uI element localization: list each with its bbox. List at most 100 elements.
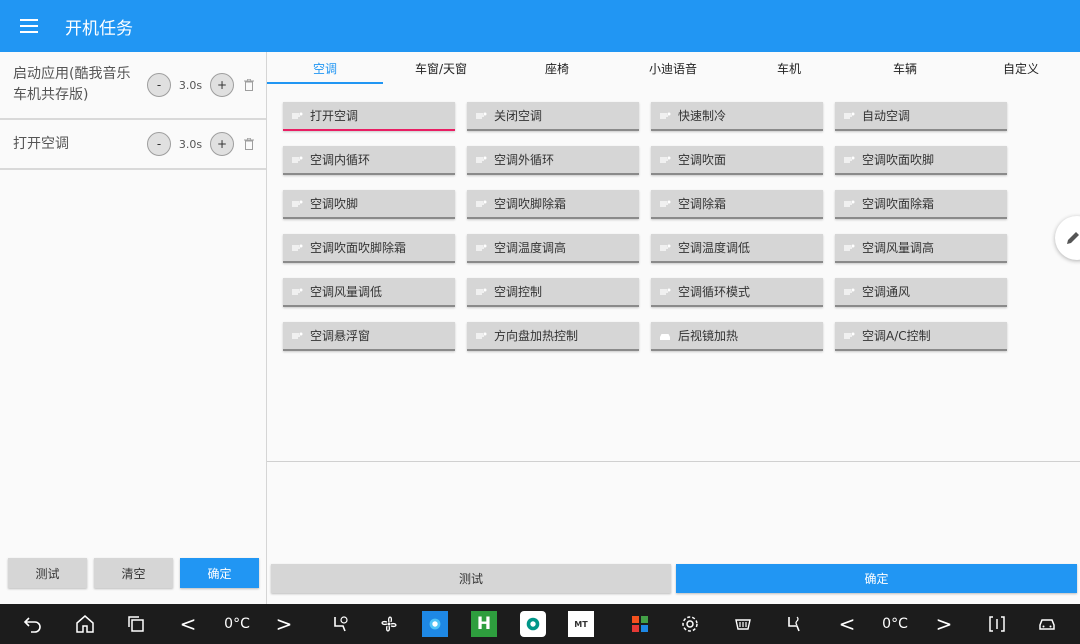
action-ac-face-feet-defrost-button[interactable]: 空调吹面吹脚除霜	[283, 234, 455, 263]
save-button[interactable]: 确定	[676, 564, 1077, 593]
action-ac-temp-up-button[interactable]: 空调温度调高	[467, 234, 639, 263]
recents-button[interactable]	[121, 604, 151, 644]
ac-icon	[475, 199, 487, 209]
action-label: 方向盘加热控制	[494, 329, 579, 343]
action-ac-recirc-out-button[interactable]: 空调外循环	[467, 146, 639, 175]
home-icon	[76, 615, 94, 633]
task-label: 启动应用(酷我音乐车机共存版)	[13, 66, 131, 103]
action-label: 自动空调	[862, 109, 911, 123]
ac-icon	[291, 111, 303, 121]
left-temp-up-button[interactable]: >	[272, 604, 296, 644]
clear-button[interactable]: 清空	[94, 558, 173, 588]
car-button[interactable]	[1032, 604, 1062, 644]
back-button[interactable]	[18, 604, 48, 644]
ac-icon	[475, 331, 487, 341]
ac-icon	[291, 155, 303, 165]
app-root: 开机任务 启动应用(酷我音乐车机共存版) - 3.0s + 打开空调 - 3.0…	[0, 0, 1080, 644]
tab-window[interactable]: 车窗/天窗	[383, 52, 499, 84]
app-teal-button[interactable]	[518, 604, 548, 644]
action-open-ac-button[interactable]: 打开空调	[283, 102, 455, 131]
action-ac-feet-button[interactable]: 空调吹脚	[283, 190, 455, 219]
ac-icon	[475, 243, 487, 253]
edit-button[interactable]	[1055, 216, 1080, 260]
increase-duration-button[interactable]: +	[210, 132, 234, 156]
ac-icon	[291, 331, 303, 341]
delete-task-button[interactable]	[244, 79, 254, 91]
tab-head-unit[interactable]: 车机	[731, 52, 847, 84]
app-weather-button[interactable]	[420, 604, 450, 644]
confirm-button[interactable]: 确定	[180, 558, 259, 588]
action-label: 空调外循环	[494, 153, 555, 167]
ac-icon	[843, 199, 855, 209]
tab-voice[interactable]: 小迪语音	[615, 52, 731, 84]
action-ac-feet-defrost-button[interactable]: 空调吹脚除霜	[467, 190, 639, 219]
seat-fan-icon	[334, 616, 348, 632]
action-ac-circulation-mode-button[interactable]: 空调循环模式	[651, 278, 823, 307]
action-ac-face-feet-button[interactable]: 空调吹面吹脚	[835, 146, 1007, 175]
category-tabs: 空调 车窗/天窗 座椅 小迪语音 车机 车辆 自定义	[267, 52, 1080, 84]
action-label: 空调吹面	[678, 153, 727, 167]
task-item[interactable]: 打开空调 - 3.0s +	[0, 120, 266, 170]
app-grid-button[interactable]	[625, 604, 655, 644]
action-ac-fan-up-button[interactable]: 空调风量调高	[835, 234, 1007, 263]
menu-button[interactable]	[0, 0, 58, 52]
action-steering-wheel-heat-button[interactable]: 方向盘加热控制	[467, 322, 639, 351]
ac-icon	[843, 331, 855, 341]
action-label: 快速制冷	[678, 109, 727, 123]
right-temp-down-button[interactable]: <	[835, 604, 859, 644]
action-close-ac-button[interactable]: 关闭空调	[467, 102, 639, 131]
fan-icon	[381, 616, 397, 632]
h-app-icon: H	[471, 611, 497, 637]
seat-fan-button[interactable]	[325, 604, 355, 644]
action-label: 关闭空调	[494, 109, 543, 123]
task-item[interactable]: 启动应用(酷我音乐车机共存版) - 3.0s +	[0, 52, 266, 120]
tab-ac[interactable]: 空调	[267, 52, 383, 84]
test-button[interactable]: 测试	[8, 558, 87, 588]
action-mirror-heat-button[interactable]: 后视镜加热	[651, 322, 823, 351]
app-h-button[interactable]: H	[469, 604, 499, 644]
settings-button[interactable]	[675, 604, 705, 644]
action-label: 空调悬浮窗	[310, 329, 371, 343]
app-mt-button[interactable]: MT	[566, 604, 596, 644]
tab-seat[interactable]: 座椅	[499, 52, 615, 84]
gear-icon	[682, 616, 698, 632]
task-label: 打开空调	[13, 135, 69, 152]
action-ac-face-defrost-button[interactable]: 空调吹面除霜	[835, 190, 1007, 219]
action-ac-ac-control-button[interactable]: 空调A/C控制	[835, 322, 1007, 351]
delete-task-button[interactable]	[244, 138, 254, 150]
right-temp-up-button[interactable]: >	[932, 604, 956, 644]
test-run-button[interactable]: 测试	[271, 564, 671, 593]
decrease-duration-button[interactable]: -	[147, 132, 171, 156]
increase-duration-button[interactable]: +	[210, 73, 234, 97]
back-icon	[23, 617, 41, 633]
rear-defrost-icon	[735, 619, 751, 630]
seat-heat-button[interactable]	[779, 604, 809, 644]
rear-defrost-button[interactable]	[728, 604, 758, 644]
action-label: 空调控制	[494, 285, 543, 299]
tab-vehicle[interactable]: 车辆	[847, 52, 963, 84]
action-ac-floating-window-button[interactable]: 空调悬浮窗	[283, 322, 455, 351]
tab-custom[interactable]: 自定义	[963, 52, 1079, 84]
action-ac-face-button[interactable]: 空调吹面	[651, 146, 823, 175]
ac-icon	[843, 287, 855, 297]
home-button[interactable]	[70, 604, 100, 644]
action-ac-ventilation-button[interactable]: 空调通风	[835, 278, 1007, 307]
action-label: 空调循环模式	[678, 285, 751, 299]
fan-button[interactable]	[374, 604, 404, 644]
action-ac-temp-down-button[interactable]: 空调温度调低	[651, 234, 823, 263]
decrease-duration-button[interactable]: -	[147, 73, 171, 97]
action-label: 空调除霜	[678, 197, 727, 211]
ac-icon	[475, 287, 487, 297]
action-ac-defrost-button[interactable]: 空调除霜	[651, 190, 823, 219]
action-auto-ac-button[interactable]: 自动空调	[835, 102, 1007, 131]
split-screen-button[interactable]	[982, 604, 1012, 644]
task-list-panel: 启动应用(酷我音乐车机共存版) - 3.0s + 打开空调 - 3.0s + 测…	[0, 52, 267, 604]
action-ac-fan-down-button[interactable]: 空调风量调低	[283, 278, 455, 307]
trash-icon	[244, 138, 254, 150]
recents-icon	[128, 616, 144, 632]
action-label: 空调吹面吹脚	[862, 153, 935, 167]
left-temp-down-button[interactable]: <	[176, 604, 200, 644]
action-ac-control-button[interactable]: 空调控制	[467, 278, 639, 307]
action-quick-cool-button[interactable]: 快速制冷	[651, 102, 823, 131]
action-ac-recirc-in-button[interactable]: 空调内循环	[283, 146, 455, 175]
